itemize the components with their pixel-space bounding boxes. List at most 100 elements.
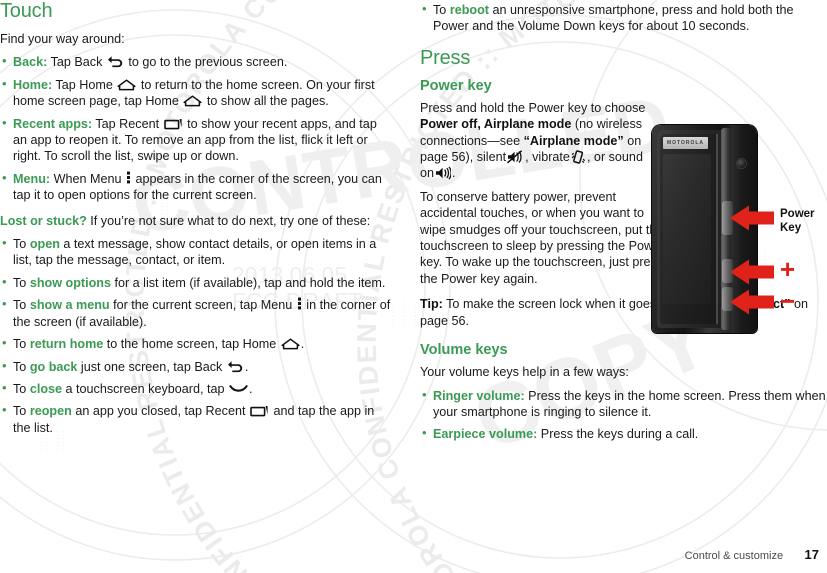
power-key-paragraph: Press and hold the Power key to choose P… (420, 100, 652, 182)
term-show-options: show options (29, 275, 111, 290)
text-show-options-post: for a list item (if available), tap and … (114, 275, 386, 290)
text-go-back-post: . (244, 359, 249, 374)
text-close-pre: To (13, 381, 27, 396)
phone-camera-lens (737, 159, 746, 168)
power-key-label-line1: Power (780, 208, 815, 220)
text-menu-pre: When Menu (53, 171, 122, 186)
term-go-back: go back (29, 359, 78, 374)
text-go-back-pre: To (13, 359, 27, 374)
list-item-show-a-menu: To show a menu for the current screen, t… (0, 296, 392, 330)
phone-figure: MOTOROLA Power Key + − (652, 125, 827, 340)
volume-list: Ringer volume: Press the keys in the hom… (420, 387, 827, 443)
subheading-volume-keys: Volume keys (420, 342, 508, 359)
term-close: close (29, 381, 63, 396)
term-earpiece-volume: Earpiece volume: (433, 427, 538, 442)
lost-lead-bold: Lost or stuck? (0, 213, 87, 228)
text-show-menu-mid: for the current screen, tap Menu (113, 298, 293, 313)
volume-down-arrow-icon (729, 289, 775, 315)
list-item-reboot: To reboot an unresponsive smartphone, pr… (420, 1, 827, 35)
term-open: open (29, 237, 60, 252)
manual-page: Touch Find your way around: Back: Tap Ba… (0, 0, 827, 573)
list-item-return-home: To return home to the home screen, tap H… (0, 335, 392, 352)
tip-label: Tip: (420, 297, 443, 312)
list-item-ringer-volume: Ringer volume: Press the keys in the hom… (420, 387, 827, 421)
text-open-post: a text message, show contact details, or… (13, 237, 377, 268)
navigation-list: Back: Tap Back to go to the previous scr… (0, 53, 392, 204)
conserve-battery-paragraph: To conserve battery power, prevent accid… (420, 189, 665, 286)
volume-intro-text: Your volume keys help in a few ways: (420, 365, 629, 380)
list-item-reopen: To reopen an app you closed, tap Recent … (0, 402, 392, 436)
lost-or-stuck-paragraph: Lost or stuck? If you’re not sure what t… (0, 213, 392, 229)
volume-down-sign: − (780, 286, 796, 316)
section-heading-press: Press (420, 46, 471, 69)
phone-brand-logo: MOTOROLA (663, 137, 708, 149)
footer-page-number: 17 (804, 547, 819, 562)
list-item-menu: Menu: When Menu appears in the corner of… (0, 170, 392, 204)
text-return-home-post: . (300, 337, 305, 352)
left-column: Touch Find your way around: Back: Tap Ba… (0, 0, 400, 442)
term-recent-apps: Recent apps: (13, 116, 93, 131)
back-arrow-icon (227, 360, 244, 373)
menu-dots-icon (297, 297, 302, 310)
lost-lead-rest: If you’re not sure what to do next, try … (90, 213, 371, 228)
chevron-down-icon (229, 384, 248, 394)
reboot-list: To reboot an unresponsive smartphone, pr… (420, 1, 827, 35)
text-return-home-mid: to the home screen, tap Home (106, 337, 277, 352)
sound-on-icon (435, 166, 452, 180)
list-item-open: To open a text message, show contact det… (0, 235, 392, 269)
list-item-home: Home: Tap Home to return to the home scr… (0, 76, 392, 110)
subheading-power-key: Power key (420, 77, 492, 94)
vibrate-icon (571, 150, 586, 164)
text-back-post: to go to the previous screen. (128, 55, 288, 70)
menu-dots-icon (126, 171, 131, 184)
text-return-home-pre: To (13, 337, 27, 352)
power-bold-options: Power off, Airplane mode (420, 117, 572, 132)
recent-apps-icon (250, 405, 269, 417)
footer-section-name: Control & customize (684, 550, 784, 562)
text-home-post: to show all the pages. (206, 94, 329, 109)
list-item-go-back: To go back just one screen, tap Back . (0, 357, 392, 375)
power-bold-airplane-ref: “Airplane mode” (523, 133, 624, 148)
lost-or-stuck-list: To open a text message, show contact det… (0, 235, 392, 436)
text-open-pre: To (13, 237, 27, 252)
text-earpiece-volume: Press the keys during a call. (540, 427, 699, 442)
power-key-text-block: Press and hold the Power key to choose P… (420, 100, 664, 287)
text-home-pre: Tap Home (55, 77, 113, 92)
back-arrow-icon (107, 55, 124, 68)
volume-up-sign: + (780, 254, 796, 284)
volume-up-arrow-icon (729, 259, 775, 285)
list-item-close: To close a touchscreen keyboard, tap . (0, 380, 392, 397)
power-p1: Press and hold the Power key to choose (420, 100, 646, 115)
term-ringer-volume: Ringer volume: (433, 388, 525, 403)
power-key-label: Power Key (780, 208, 815, 235)
home-icon (117, 79, 136, 91)
power-p6: . (452, 166, 456, 181)
text-reopen-mid: an app you closed, tap Recent (75, 404, 246, 419)
text-back-pre: Tap Back (50, 55, 103, 70)
text-reopen-pre: To (13, 404, 27, 419)
phone-screen (663, 154, 711, 304)
list-item-back: Back: Tap Back to go to the previous scr… (0, 53, 392, 70)
text-close-post: . (248, 381, 253, 396)
power-p4: , vibrate (525, 150, 570, 165)
power-key-arrow-icon (729, 205, 775, 231)
text-show-menu-pre: To (13, 298, 27, 313)
silent-icon (507, 150, 524, 164)
term-back: Back: (13, 55, 48, 70)
list-item-recent-apps: Recent apps: Tap Recent to show your rec… (0, 115, 392, 165)
home-icon (183, 95, 202, 107)
page-footer: Control & customize 17 (0, 546, 827, 564)
list-item-earpiece-volume: Earpiece volume: Press the keys during a… (420, 425, 827, 442)
touch-intro-text: Find your way around: (0, 32, 125, 46)
text-recent-pre: Tap Recent (95, 116, 160, 131)
text-close-mid: a touchscreen keyboard, tap (65, 381, 225, 396)
page-title-touch: Touch (0, 0, 53, 22)
term-menu: Menu: (13, 171, 51, 186)
term-home: Home: (13, 77, 53, 92)
term-reboot: reboot (449, 3, 489, 17)
text-reboot-pre: To (433, 3, 447, 17)
term-show-a-menu: show a menu (29, 298, 110, 313)
text-show-options-pre: To (13, 275, 27, 290)
term-return-home: return home (29, 337, 104, 352)
home-icon (281, 338, 300, 350)
